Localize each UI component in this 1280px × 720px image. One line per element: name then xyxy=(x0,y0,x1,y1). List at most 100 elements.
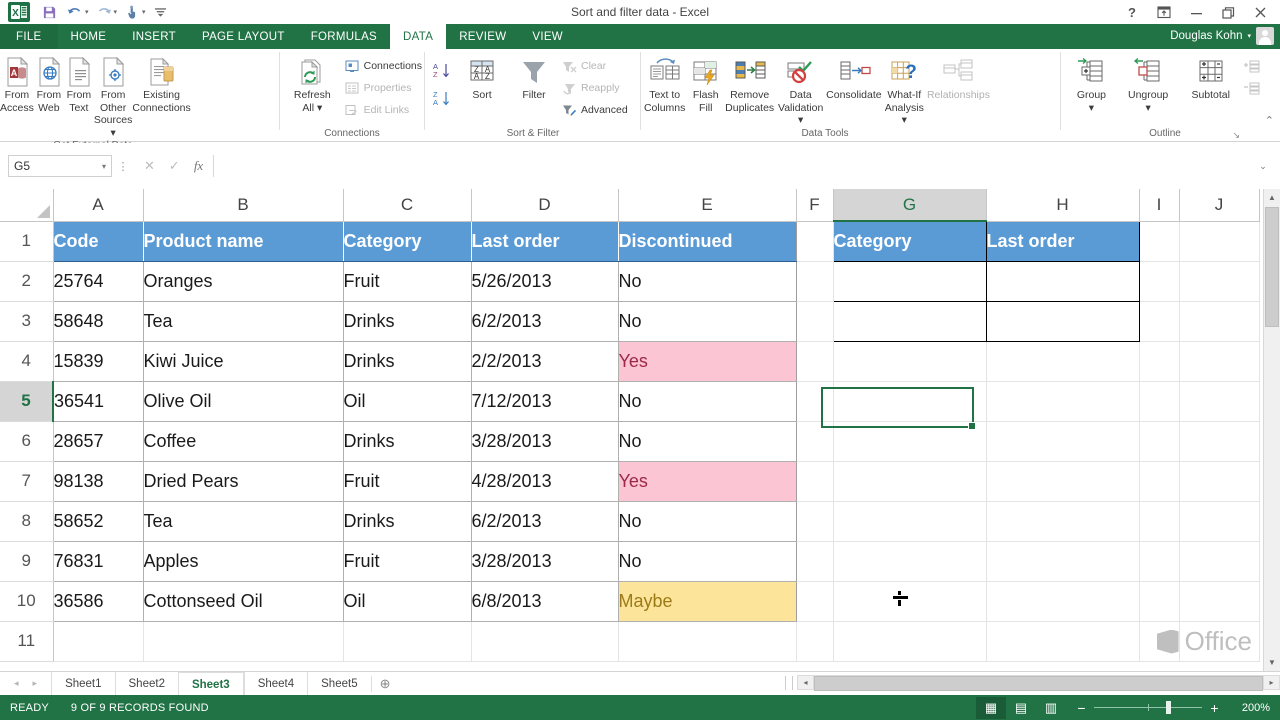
cell-c1[interactable]: Category xyxy=(343,221,472,262)
horizontal-scrollbar[interactable]: ◂ ▸ xyxy=(785,671,1280,694)
cell-g1[interactable]: Category xyxy=(832,220,987,262)
column-header-j[interactable]: J xyxy=(1179,189,1260,222)
tab-formulas[interactable]: FORMULAS xyxy=(298,24,390,49)
tab-home[interactable]: HOME xyxy=(58,24,120,49)
tab-review[interactable]: REVIEW xyxy=(446,24,519,49)
cell-a6[interactable]: 28657 xyxy=(53,421,144,462)
cell-c8[interactable]: Drinks xyxy=(343,501,472,542)
column-header-e[interactable]: E xyxy=(618,189,797,222)
sheet-tab-sheet3[interactable]: Sheet3 xyxy=(177,672,244,696)
cell-h6[interactable] xyxy=(986,421,1140,462)
row-header-2[interactable]: 2 xyxy=(0,261,54,302)
customize-qat-button[interactable] xyxy=(148,1,174,23)
from-text-button[interactable]: From Text xyxy=(64,53,94,114)
cell-j8[interactable] xyxy=(1179,501,1260,542)
cell-d4[interactable]: 2/2/2013 xyxy=(471,341,619,382)
column-header-b[interactable]: B xyxy=(143,189,344,222)
split-handle[interactable] xyxy=(785,675,793,690)
cell-i10[interactable] xyxy=(1139,581,1180,622)
cell-d7[interactable]: 4/28/2013 xyxy=(471,461,619,502)
cell-g5[interactable] xyxy=(833,381,987,422)
avatar[interactable] xyxy=(1256,27,1274,45)
save-button[interactable] xyxy=(36,1,62,23)
cell-a3[interactable]: 58648 xyxy=(53,301,144,342)
horizontal-scroll-track[interactable] xyxy=(814,675,1263,691)
touch-mode-dropdown-icon[interactable]: ▾ xyxy=(142,8,146,16)
cell-c6[interactable]: Drinks xyxy=(343,421,472,462)
sheet-tab-sheet2[interactable]: Sheet2 xyxy=(114,672,178,695)
cell-a7[interactable]: 98138 xyxy=(53,461,144,502)
tab-file[interactable]: FILE xyxy=(0,24,58,49)
cell-g8[interactable] xyxy=(833,501,987,542)
chevron-down-icon[interactable]: ▾ xyxy=(102,162,106,171)
scroll-down-button[interactable]: ▼ xyxy=(1264,654,1280,671)
cell-c4[interactable]: Drinks xyxy=(343,341,472,382)
sheet-tab-sheet4[interactable]: Sheet4 xyxy=(243,672,307,695)
row-header-3[interactable]: 3 xyxy=(0,301,54,342)
existing-connections-button[interactable]: Existing Connections xyxy=(132,53,191,114)
cell-d3[interactable]: 6/2/2013 xyxy=(471,301,619,342)
normal-view-button[interactable]: ▦ xyxy=(976,696,1006,719)
cell-a8[interactable]: 58652 xyxy=(53,501,144,542)
cell-i8[interactable] xyxy=(1139,501,1180,542)
cell-g10[interactable] xyxy=(833,581,987,622)
horizontal-scroll-thumb[interactable] xyxy=(814,676,1263,691)
cell-h11[interactable] xyxy=(986,621,1140,662)
outline-dialog-launcher[interactable]: ↘ xyxy=(1232,130,1240,141)
cell-c2[interactable]: Fruit xyxy=(343,261,472,302)
cell-e8[interactable]: No xyxy=(618,501,797,542)
column-header-c[interactable]: C xyxy=(343,189,472,222)
cell-b11[interactable] xyxy=(143,621,344,662)
zoom-slider[interactable] xyxy=(1094,701,1202,714)
zoom-control[interactable]: − + xyxy=(1066,700,1230,716)
new-sheet-button[interactable]: ⊕ xyxy=(370,675,399,692)
from-web-button[interactable]: From Web xyxy=(34,53,64,114)
expand-formula-bar-button[interactable]: ⌄ xyxy=(1254,161,1272,172)
cell-h5[interactable] xyxy=(986,381,1140,422)
minimize-button[interactable] xyxy=(1180,1,1212,23)
cell-g7[interactable] xyxy=(833,461,987,502)
cell-b4[interactable]: Kiwi Juice xyxy=(143,341,344,382)
cell-j11[interactable] xyxy=(1179,621,1260,662)
cell-d1[interactable]: Last order xyxy=(471,221,619,262)
cell-i6[interactable] xyxy=(1139,421,1180,462)
data-validation-button[interactable]: Data Validation ▾ xyxy=(775,53,826,127)
cell-f3[interactable] xyxy=(796,301,834,342)
cell-h4[interactable] xyxy=(986,341,1140,382)
sort-button[interactable]: ZAAZ Sort xyxy=(456,53,508,102)
cell-a4[interactable]: 15839 xyxy=(53,341,144,382)
cell-d5[interactable]: 7/12/2013 xyxy=(471,381,619,422)
zoom-out-button[interactable]: − xyxy=(1076,700,1087,716)
row-header-5[interactable]: 5 xyxy=(0,381,54,422)
column-header-a[interactable]: A xyxy=(53,189,144,222)
from-other-sources-button[interactable]: From Other Sources ▾ xyxy=(94,53,132,139)
what-if-analysis-button[interactable]: ? What-If Analysis ▾ xyxy=(882,53,927,127)
column-header-d[interactable]: D xyxy=(471,189,619,222)
cell-i3[interactable] xyxy=(1139,301,1180,342)
refresh-all-button[interactable]: Refresh All ▾ xyxy=(282,53,343,114)
tab-view[interactable]: VIEW xyxy=(519,24,576,49)
cell-j4[interactable] xyxy=(1179,341,1260,382)
cell-h9[interactable] xyxy=(986,541,1140,582)
page-break-preview-button[interactable]: ▥ xyxy=(1036,697,1066,719)
row-header-10[interactable]: 10 xyxy=(0,581,54,622)
zoom-slider-thumb[interactable] xyxy=(1166,701,1171,714)
cell-h3[interactable] xyxy=(985,300,1140,342)
from-access-button[interactable]: A From Access xyxy=(0,53,34,114)
cell-a10[interactable]: 36586 xyxy=(53,581,144,622)
row-header-9[interactable]: 9 xyxy=(0,541,54,582)
cell-j10[interactable] xyxy=(1179,581,1260,622)
confirm-entry-button[interactable]: ✓ xyxy=(169,158,180,174)
ungroup-button[interactable]: Ungroup ▾ xyxy=(1117,53,1180,114)
tab-insert[interactable]: INSERT xyxy=(119,24,189,49)
cell-g11[interactable] xyxy=(833,621,987,662)
row-header-1[interactable]: 1 xyxy=(0,221,54,262)
cell-h7[interactable] xyxy=(986,461,1140,502)
zoom-in-button[interactable]: + xyxy=(1209,700,1220,716)
tab-page-layout[interactable]: PAGE LAYOUT xyxy=(189,24,298,49)
zoom-level-label[interactable]: 200% xyxy=(1230,702,1270,714)
row-header-4[interactable]: 4 xyxy=(0,341,54,382)
cell-d9[interactable]: 3/28/2013 xyxy=(471,541,619,582)
cell-j2[interactable] xyxy=(1179,261,1260,302)
cell-h2[interactable] xyxy=(985,260,1140,302)
